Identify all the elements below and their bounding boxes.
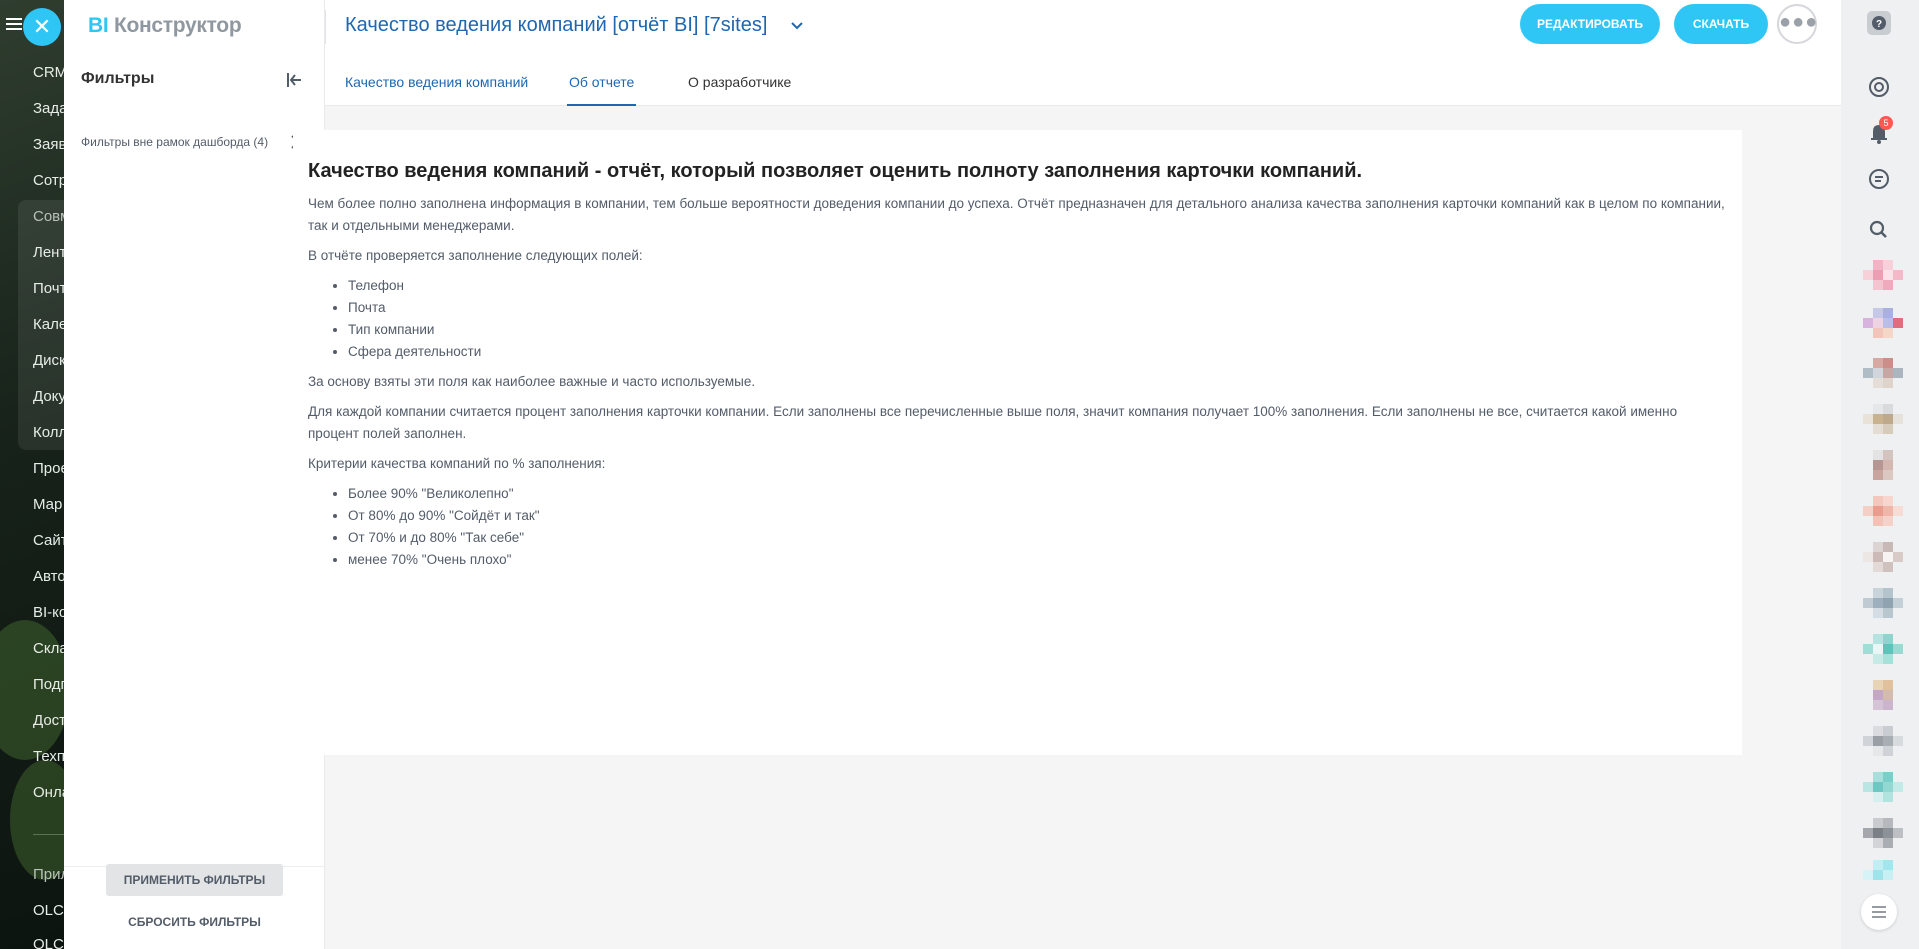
nav-item[interactable]: Диск <box>33 352 66 369</box>
avatar[interactable] <box>1863 588 1903 628</box>
messages-icon[interactable] <box>1864 164 1894 194</box>
avatar[interactable] <box>1863 542 1903 582</box>
avatar[interactable] <box>1863 772 1903 812</box>
copilot-icon[interactable] <box>1864 72 1894 102</box>
avatar[interactable] <box>1863 308 1903 348</box>
list-item: Тип компании <box>348 319 1728 341</box>
nav-item[interactable]: CRM <box>33 64 67 81</box>
tab-about-report[interactable]: Об отчете <box>567 58 637 106</box>
close-icon: ✕ <box>32 14 52 39</box>
list-toggle-button[interactable] <box>1861 894 1897 930</box>
nav-item[interactable]: Зада <box>33 100 68 117</box>
logo-bi: BI <box>88 14 109 37</box>
report-header: Качество ведения компаний [отчёт BI] [7s… <box>325 0 1841 106</box>
list-item: Телефон <box>348 275 1728 297</box>
more-dots-icon: ●●● <box>1779 11 1819 33</box>
tab-company-quality[interactable]: Качество ведения компаний <box>345 58 528 106</box>
about-paragraph: В отчёте проверяется заполнение следующи… <box>308 248 643 263</box>
outside-dashboard-filters[interactable]: Фильтры вне рамок дашборда (4) <box>81 132 311 152</box>
nav-item[interactable]: Колл <box>33 424 67 441</box>
list-item: От 80% до 90% "Сойдёт и так" <box>348 505 1728 527</box>
nav-item[interactable]: Лент <box>33 244 66 261</box>
nav-item[interactable]: Кале <box>33 316 67 333</box>
nav-item[interactable]: BI-ко <box>33 604 67 621</box>
tab-about-developer[interactable]: О разработчике <box>688 58 791 106</box>
right-toolbar: ? 5 <box>1841 0 1919 949</box>
chevron-down-icon[interactable] <box>787 16 807 36</box>
avatar[interactable] <box>1863 358 1903 398</box>
fields-list: Телефон Почта Тип компании Сфера деятель… <box>348 275 1728 363</box>
filter-panel: BI Конструктор Фильтры Фильтры вне рамок… <box>64 0 325 949</box>
more-actions-button[interactable]: ●●● <box>1777 4 1817 44</box>
nav-item[interactable]: Доку <box>33 388 66 405</box>
nav-item[interactable]: Мар <box>33 496 62 513</box>
background-leaf <box>10 760 70 880</box>
background-nav: CRM Зада Заяв Сотр Совм Лент Почт Кале Д… <box>0 0 70 949</box>
filters-title: Фильтры <box>81 70 155 87</box>
about-paragraph: Чем более полно заполнена информация в к… <box>308 196 1725 233</box>
menu-burger-icon[interactable] <box>6 18 22 30</box>
avatar[interactable] <box>1863 496 1903 536</box>
avatar[interactable] <box>1863 260 1903 300</box>
nav-item[interactable]: Сотр <box>33 172 67 189</box>
svg-text:?: ? <box>1876 19 1882 30</box>
about-paragraph: Критерии качества компаний по % заполнен… <box>308 456 606 471</box>
notification-badge: 5 <box>1879 116 1893 130</box>
list-item: Более 90% "Великолепно" <box>348 483 1728 505</box>
outside-filters-label: Фильтры вне рамок дашборда (4) <box>81 135 269 149</box>
bi-constructor-logo: BI Конструктор <box>88 14 242 38</box>
search-icon[interactable] <box>1864 215 1894 245</box>
edit-button[interactable]: РЕДАКТИРОВАТЬ <box>1520 4 1660 44</box>
avatar[interactable] <box>1863 404 1903 444</box>
about-report-card: Качество ведения компаний - отчёт, котор… <box>293 130 1742 755</box>
avatar[interactable] <box>1863 818 1903 858</box>
download-button[interactable]: СКАЧАТЬ <box>1674 4 1768 44</box>
nav-item[interactable]: Сайт <box>33 532 68 549</box>
list-icon <box>1872 906 1886 918</box>
about-heading: Качество ведения компаний - отчёт, котор… <box>308 160 1363 182</box>
avatar[interactable] <box>1863 680 1903 720</box>
apply-filters-button[interactable]: ПРИМЕНИТЬ ФИЛЬТРЫ <box>106 864 283 896</box>
about-paragraph: За основу взяты эти поля как наиболее ва… <box>308 374 756 389</box>
list-item: менее 70% "Очень плохо" <box>348 549 1728 571</box>
nav-item[interactable]: Дост <box>33 712 66 729</box>
nav-item[interactable]: Заяв <box>33 136 67 153</box>
help-icon[interactable]: ? <box>1864 8 1894 38</box>
reset-filters-button[interactable]: СБРОСИТЬ ФИЛЬТРЫ <box>106 906 283 938</box>
close-slider-button[interactable]: ✕ <box>23 8 61 46</box>
collapse-panel-icon[interactable] <box>284 70 304 90</box>
avatar[interactable] <box>1863 726 1903 766</box>
nav-item[interactable]: Почт <box>33 280 66 297</box>
logo-text: Конструктор <box>113 14 242 37</box>
avatar[interactable] <box>1863 450 1903 490</box>
nav-item[interactable]: Скла <box>33 640 68 657</box>
list-item: От 70% и до 80% "Так себе" <box>348 527 1728 549</box>
list-item: Почта <box>348 297 1728 319</box>
list-item: Сфера деятельности <box>348 341 1728 363</box>
report-title[interactable]: Качество ведения компаний [отчёт BI] [7s… <box>345 14 767 37</box>
header-divider <box>325 10 326 44</box>
about-paragraph: Для каждой компании считается процент за… <box>308 404 1678 441</box>
nav-item[interactable]: Техп <box>33 748 65 765</box>
nav-item[interactable]: Авто <box>33 568 66 585</box>
criteria-list: Более 90% "Великолепно" От 80% до 90% "С… <box>348 483 1728 571</box>
avatar[interactable] <box>1863 634 1903 674</box>
